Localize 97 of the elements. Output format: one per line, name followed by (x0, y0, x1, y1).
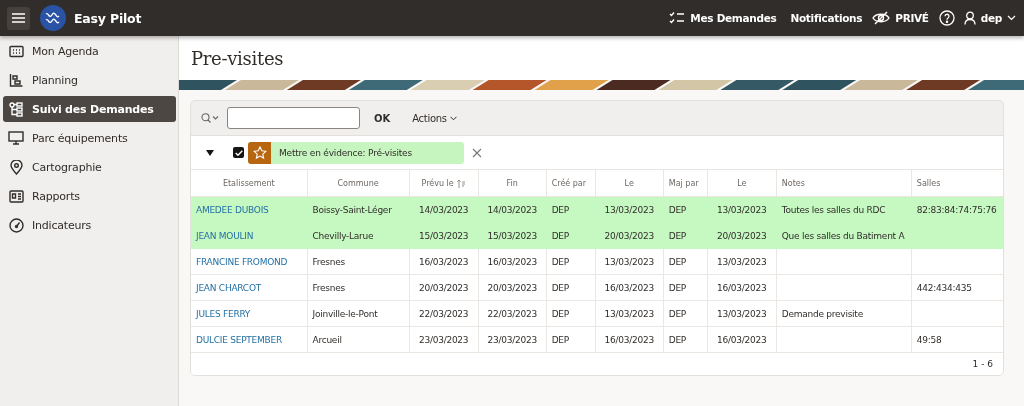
table-cell: 20/03/2023 (409, 274, 479, 301)
ok-button[interactable]: OK (372, 108, 393, 128)
column-header[interactable]: Le (707, 170, 777, 197)
help-icon[interactable] (938, 10, 955, 26)
table-cell: 16/03/2023 (409, 248, 479, 275)
table-link[interactable]: JEAN CHARCOT (196, 282, 261, 293)
table-cell: DEP (663, 274, 708, 301)
close-icon[interactable] (472, 147, 482, 158)
pagination-text: 1 - 6 (972, 359, 993, 369)
sidebar-item[interactable]: Suivi des Demandes (3, 96, 176, 122)
menu-icon (12, 13, 25, 23)
table-cell: 13/03/2023 (707, 300, 777, 327)
table-cell: Toutes les salles du RDC (776, 196, 912, 223)
header-link[interactable]: Mes Demandes (669, 11, 777, 25)
checklist-icon (669, 11, 686, 25)
sidebar-item[interactable]: Rapports (3, 183, 176, 209)
table-cell: 49:58 (911, 326, 1003, 353)
column-header[interactable]: Créé par (546, 170, 596, 197)
table-cell: 23/03/2023 (478, 326, 547, 353)
page-title: Pre-visites (191, 47, 284, 69)
sidebar-item[interactable]: Parc équipements (3, 125, 176, 151)
column-header[interactable]: Maj par (663, 170, 708, 197)
highlight-filter[interactable]: Mettre en évidence: Pré-visites (248, 141, 464, 164)
table-cell: 13/03/2023 (707, 196, 777, 223)
table-cell: 442:434:435 (911, 274, 1003, 301)
table-cell: DEP (546, 274, 596, 301)
monitor-icon (8, 131, 24, 145)
table-cell: 13/03/2023 (595, 300, 664, 327)
table-cell: Que les salles du Batiment A (776, 222, 912, 249)
table-cell: DEP (546, 326, 596, 353)
hierarchy-icon (8, 101, 24, 117)
user-icon (963, 11, 976, 25)
table-cell: 13/03/2023 (595, 248, 664, 275)
table-cell: 16/03/2023 (595, 326, 664, 353)
table-cell: 20/03/2023 (478, 274, 547, 301)
column-header[interactable]: Fin (478, 170, 547, 197)
location-pin-icon (8, 159, 24, 175)
table-cell: Demande previsite (776, 300, 912, 327)
collapse-icon[interactable] (206, 147, 216, 158)
app-name: Easy Pilot (74, 10, 142, 26)
table-cell: 13/03/2023 (707, 248, 777, 275)
column-header[interactable]: Salles (911, 170, 1003, 197)
menu-button[interactable] (7, 6, 30, 30)
gauge-icon (8, 217, 24, 233)
column-header[interactable]: Prévu le (409, 170, 479, 197)
search-icon[interactable] (201, 113, 219, 123)
table-cell: 82:83:84:74:75:76 (911, 196, 1003, 223)
table-cell: Arcueil (307, 326, 410, 353)
caret-icon (1007, 15, 1016, 21)
column-header[interactable]: Le (595, 170, 664, 197)
table-cell: Fresnes (307, 274, 410, 301)
filter-checkbox[interactable] (233, 147, 244, 158)
table-cell: 20/03/2023 (707, 222, 777, 249)
table-cell: 23/03/2023 (409, 326, 479, 353)
column-header[interactable]: Notes (776, 170, 912, 197)
logo-icon (40, 5, 66, 31)
table-cell: DEP (663, 248, 708, 275)
sidebar-item[interactable]: Indicateurs (3, 212, 176, 238)
table-cell: DEP (663, 300, 708, 327)
table-link[interactable]: JULES FERRY (196, 308, 251, 319)
table-cell: 13/03/2023 (595, 196, 664, 223)
table-cell: DEP (546, 248, 596, 275)
planning-icon (8, 73, 24, 87)
header-link[interactable]: PRIVÉ (872, 11, 929, 25)
header-link[interactable]: Notifications (790, 12, 863, 24)
table-cell: DEP (663, 326, 708, 353)
table-cell: Chevilly-Larue (307, 222, 410, 249)
table-link[interactable]: DULCIE SEPTEMBER (196, 334, 282, 345)
table-cell: 22/03/2023 (409, 300, 479, 327)
table-cell: DEP (546, 300, 596, 327)
column-header[interactable]: Etalissement (191, 170, 308, 197)
table-cell: Joinville-le-Pont (307, 300, 410, 327)
table-cell: 15/03/2023 (409, 222, 479, 249)
table-link[interactable]: FRANCINE FROMOND (196, 256, 288, 267)
caret-icon (449, 115, 457, 121)
sidebar-item[interactable]: Mon Agenda (3, 38, 176, 64)
report-icon (8, 189, 24, 203)
calendar-icon (8, 44, 24, 58)
table-cell: 20/03/2023 (595, 222, 664, 249)
user-menu[interactable]: dep (963, 11, 1016, 25)
table-cell: 14/03/2023 (409, 196, 479, 223)
table-cell: 22/03/2023 (478, 300, 547, 327)
table-cell: 15/03/2023 (478, 222, 547, 249)
column-header[interactable]: Commune (307, 170, 410, 197)
sidebar-item[interactable]: Planning (3, 67, 176, 93)
star-icon (252, 145, 267, 160)
table-cell: 16/03/2023 (707, 326, 777, 353)
eye-off-icon (872, 11, 891, 25)
table-cell: 16/03/2023 (595, 274, 664, 301)
table-cell: Boissy-Saint-Léger (307, 196, 410, 223)
table-cell: 16/03/2023 (478, 248, 547, 275)
search-field[interactable] (227, 107, 360, 129)
table-cell: 14/03/2023 (478, 196, 547, 223)
table-cell: 16/03/2023 (707, 274, 777, 301)
sidebar-item[interactable]: Cartographie (3, 154, 176, 180)
actions-button[interactable]: Actions (410, 108, 459, 128)
table-cell: Fresnes (307, 248, 410, 275)
